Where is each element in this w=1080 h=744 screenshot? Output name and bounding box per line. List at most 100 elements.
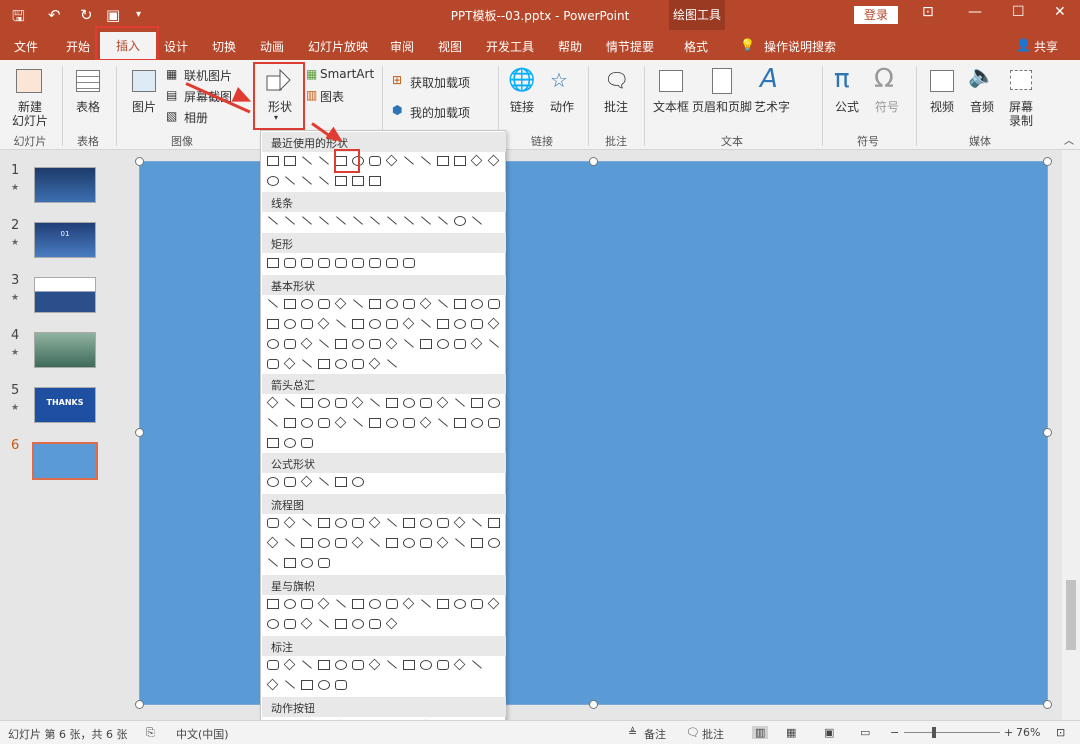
shape-gallery-item[interactable] — [333, 515, 348, 530]
resize-handle-bm[interactable] — [589, 700, 598, 709]
shape-gallery-item[interactable] — [486, 153, 501, 168]
shape-gallery-item[interactable] — [333, 596, 348, 611]
shape-gallery-item[interactable] — [282, 677, 297, 692]
vertical-scrollbar[interactable] — [1062, 150, 1080, 720]
shape-gallery-item[interactable] — [316, 213, 331, 228]
new-slide-button-label2[interactable]: 幻灯片 — [4, 112, 56, 129]
equation-button[interactable]: 公式 — [832, 98, 862, 115]
minimize-icon[interactable]: — — [968, 4, 982, 20]
shape-gallery-item[interactable] — [435, 336, 450, 351]
shape-gallery-item[interactable] — [469, 515, 484, 530]
shape-gallery-item[interactable] — [265, 677, 280, 692]
shape-gallery-item[interactable] — [401, 535, 416, 550]
shape-gallery-item[interactable] — [282, 255, 297, 270]
shape-gallery-item[interactable] — [350, 657, 365, 672]
shape-gallery-item[interactable] — [452, 213, 467, 228]
shape-gallery-item[interactable] — [469, 213, 484, 228]
shape-gallery-item[interactable] — [486, 336, 501, 351]
shape-gallery-item[interactable] — [316, 535, 331, 550]
shape-gallery-item[interactable] — [299, 336, 314, 351]
shape-gallery-item[interactable] — [452, 395, 467, 410]
shape-gallery-item[interactable] — [452, 316, 467, 331]
shape-gallery-item[interactable] — [333, 395, 348, 410]
shape-gallery-item[interactable] — [435, 515, 450, 530]
shape-gallery-item[interactable] — [333, 677, 348, 692]
shape-gallery-item[interactable] — [265, 173, 280, 188]
screen-record-button-label2[interactable]: 录制 — [1004, 112, 1038, 129]
tab-storyboard[interactable]: 情节提要 — [606, 38, 654, 55]
shape-gallery-item[interactable] — [299, 677, 314, 692]
shape-gallery-item[interactable] — [282, 616, 297, 631]
shape-gallery-item[interactable] — [265, 255, 280, 270]
shape-gallery-item[interactable] — [333, 616, 348, 631]
shape-gallery-item[interactable] — [384, 336, 399, 351]
shape-gallery-item[interactable] — [435, 657, 450, 672]
shape-gallery-item[interactable] — [316, 356, 331, 371]
shape-gallery-item[interactable] — [265, 474, 280, 489]
shape-gallery-item[interactable] — [384, 415, 399, 430]
shape-gallery-item[interactable] — [333, 415, 348, 430]
accessibility-icon[interactable]: ⎘ — [146, 726, 155, 740]
chart-button[interactable]: 图表 — [320, 88, 344, 105]
shape-gallery-item[interactable] — [299, 616, 314, 631]
reading-view-icon[interactable]: ▣ — [824, 726, 834, 739]
slide-thumbnail-5[interactable]: THANKS — [34, 387, 96, 423]
normal-view-icon[interactable]: ▥ — [752, 726, 769, 739]
shape-gallery-item[interactable] — [452, 153, 467, 168]
image-button[interactable]: 图片 — [126, 98, 162, 115]
get-addins-button[interactable]: 获取加载项 — [410, 74, 470, 91]
shape-gallery-item[interactable] — [384, 255, 399, 270]
shape-gallery-item[interactable] — [367, 336, 382, 351]
shape-gallery-item[interactable] — [282, 296, 297, 311]
shape-gallery-item[interactable] — [469, 395, 484, 410]
shape-gallery-item[interactable] — [452, 515, 467, 530]
slide-thumbnail-3[interactable] — [34, 277, 96, 313]
shape-gallery-item[interactable] — [333, 356, 348, 371]
shape-gallery-item[interactable] — [333, 474, 348, 489]
shape-gallery-item[interactable] — [282, 596, 297, 611]
shape-gallery-item[interactable] — [299, 535, 314, 550]
tab-home[interactable]: 开始 — [66, 38, 90, 55]
shape-gallery-item[interactable] — [435, 596, 450, 611]
shape-gallery-item[interactable] — [384, 356, 399, 371]
shape-gallery-item[interactable] — [333, 657, 348, 672]
wordart-button[interactable]: 艺术字 — [752, 98, 792, 115]
shape-gallery-item[interactable] — [486, 395, 501, 410]
shape-gallery-item[interactable] — [418, 395, 433, 410]
shape-gallery-item[interactable] — [316, 415, 331, 430]
shape-gallery-item[interactable] — [452, 657, 467, 672]
collapse-ribbon-icon[interactable]: ︿ — [1064, 132, 1074, 147]
shape-gallery-item[interactable] — [299, 255, 314, 270]
notes-button[interactable]: 备注 — [644, 726, 666, 742]
zoom-slider[interactable] — [904, 727, 1000, 738]
tab-help[interactable]: 帮助 — [558, 38, 582, 55]
shape-gallery-item[interactable] — [265, 356, 280, 371]
shape-gallery-item[interactable] — [452, 415, 467, 430]
shape-gallery-item[interactable] — [299, 515, 314, 530]
zoom-level[interactable]: 76% — [1016, 726, 1040, 739]
shape-gallery-item[interactable] — [469, 415, 484, 430]
tab-transitions[interactable]: 切换 — [212, 38, 236, 55]
shape-gallery-item[interactable] — [435, 535, 450, 550]
shape-gallery-item[interactable] — [418, 515, 433, 530]
shape-gallery-item[interactable] — [401, 515, 416, 530]
shape-gallery-item[interactable] — [333, 213, 348, 228]
shape-gallery-item[interactable] — [384, 596, 399, 611]
slide-thumbnail-4[interactable] — [34, 332, 96, 368]
tell-me-search[interactable]: 操作说明搜索 — [764, 38, 836, 55]
shape-gallery-item[interactable] — [469, 657, 484, 672]
action-button[interactable]: 动作 — [546, 98, 578, 115]
shape-gallery-item[interactable] — [282, 316, 297, 331]
fit-slide-icon[interactable]: ⊡ — [1056, 726, 1065, 739]
shape-gallery-item[interactable] — [401, 336, 416, 351]
shape-gallery-item[interactable] — [418, 535, 433, 550]
shape-gallery-item[interactable] — [265, 616, 280, 631]
shape-gallery-item[interactable] — [282, 356, 297, 371]
shape-gallery-item[interactable] — [350, 336, 365, 351]
shape-gallery-item[interactable] — [350, 474, 365, 489]
shape-gallery-item[interactable] — [418, 296, 433, 311]
tab-developer[interactable]: 开发工具 — [486, 38, 534, 55]
shape-gallery-item[interactable] — [418, 213, 433, 228]
slide-thumbnail-1[interactable] — [34, 167, 96, 203]
shape-gallery-item[interactable] — [367, 213, 382, 228]
